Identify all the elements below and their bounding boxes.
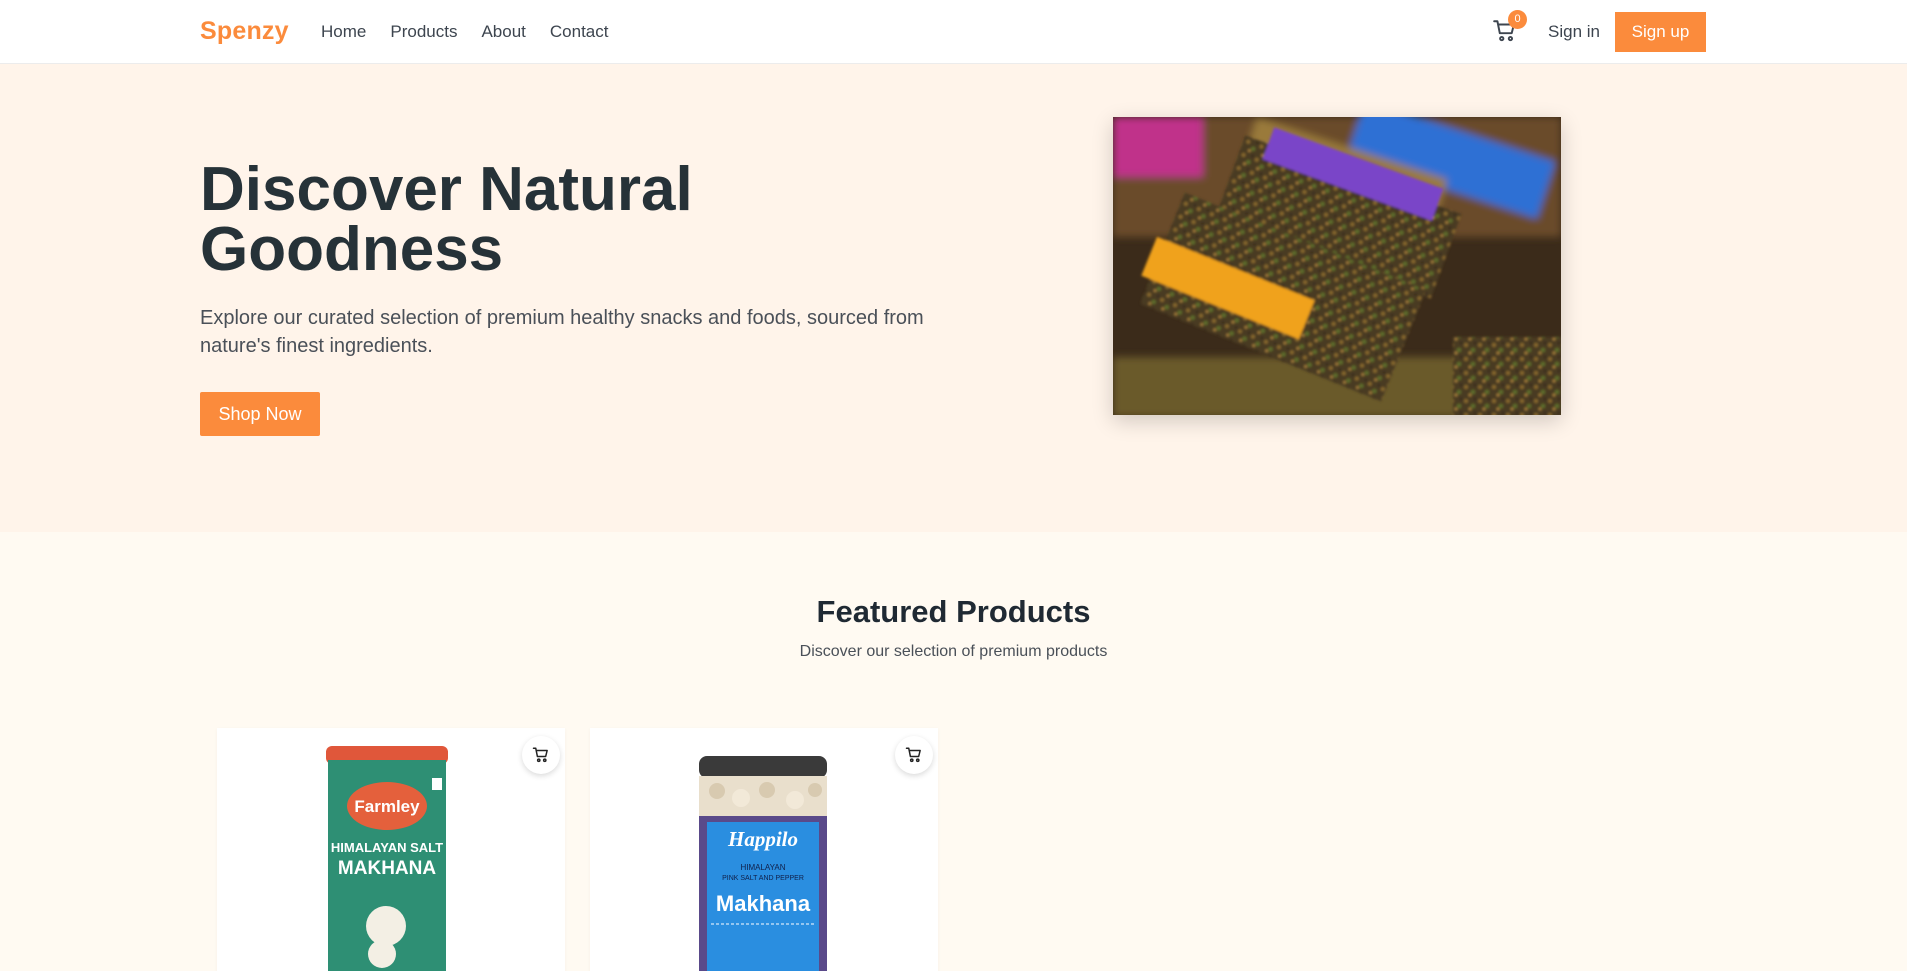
product-line2: MAKHANA	[338, 858, 436, 879]
product-card[interactable]: Farmley HIMALAYAN SALT MAKHANA	[217, 728, 565, 971]
featured-title: Featured Products	[816, 594, 1091, 629]
product-brand: Happilo	[727, 827, 798, 851]
product-image: Happilo HIMALAYAN PINK SALT AND PEPPER M…	[699, 756, 827, 971]
product-brand: Farmley	[354, 797, 420, 816]
nav-about[interactable]: About	[481, 22, 525, 42]
cart-icon	[532, 747, 548, 763]
shop-now-button[interactable]: Shop Now	[200, 392, 320, 436]
cart-count-badge: 0	[1508, 10, 1527, 29]
product-image: Farmley HIMALAYAN SALT MAKHANA	[326, 746, 448, 971]
add-to-cart-button[interactable]	[522, 736, 560, 774]
nav-contact[interactable]: Contact	[550, 22, 609, 42]
signup-button[interactable]: Sign up	[1615, 12, 1706, 52]
add-to-cart-button[interactable]	[895, 736, 933, 774]
product-line2: PINK SALT AND PEPPER	[722, 875, 804, 882]
logo[interactable]: Spenzy	[200, 17, 289, 46]
product-card[interactable]: Happilo HIMALAYAN PINK SALT AND PEPPER M…	[590, 728, 938, 971]
nav-home[interactable]: Home	[321, 22, 366, 42]
product-line3: Makhana	[716, 891, 811, 916]
main-nav: Home Products About Contact	[321, 22, 608, 42]
nav-products[interactable]: Products	[390, 22, 457, 42]
hero-image	[1113, 117, 1561, 415]
hero-description: Explore our curated selection of premium…	[200, 307, 924, 357]
hero-title: Discover Natural Goodness	[200, 155, 693, 284]
site-header: Spenzy Home Products About Contact 0 Sig…	[0, 0, 1907, 64]
hero-section: Discover Natural Goodness Explore our cu…	[0, 64, 1907, 532]
featured-subtitle: Discover our selection of premium produc…	[799, 643, 1108, 660]
signin-link[interactable]: Sign in	[1548, 22, 1600, 42]
product-line1: HIMALAYAN SALT	[331, 840, 443, 855]
cart-icon	[905, 747, 921, 763]
product-line1: HIMALAYAN	[740, 863, 785, 872]
